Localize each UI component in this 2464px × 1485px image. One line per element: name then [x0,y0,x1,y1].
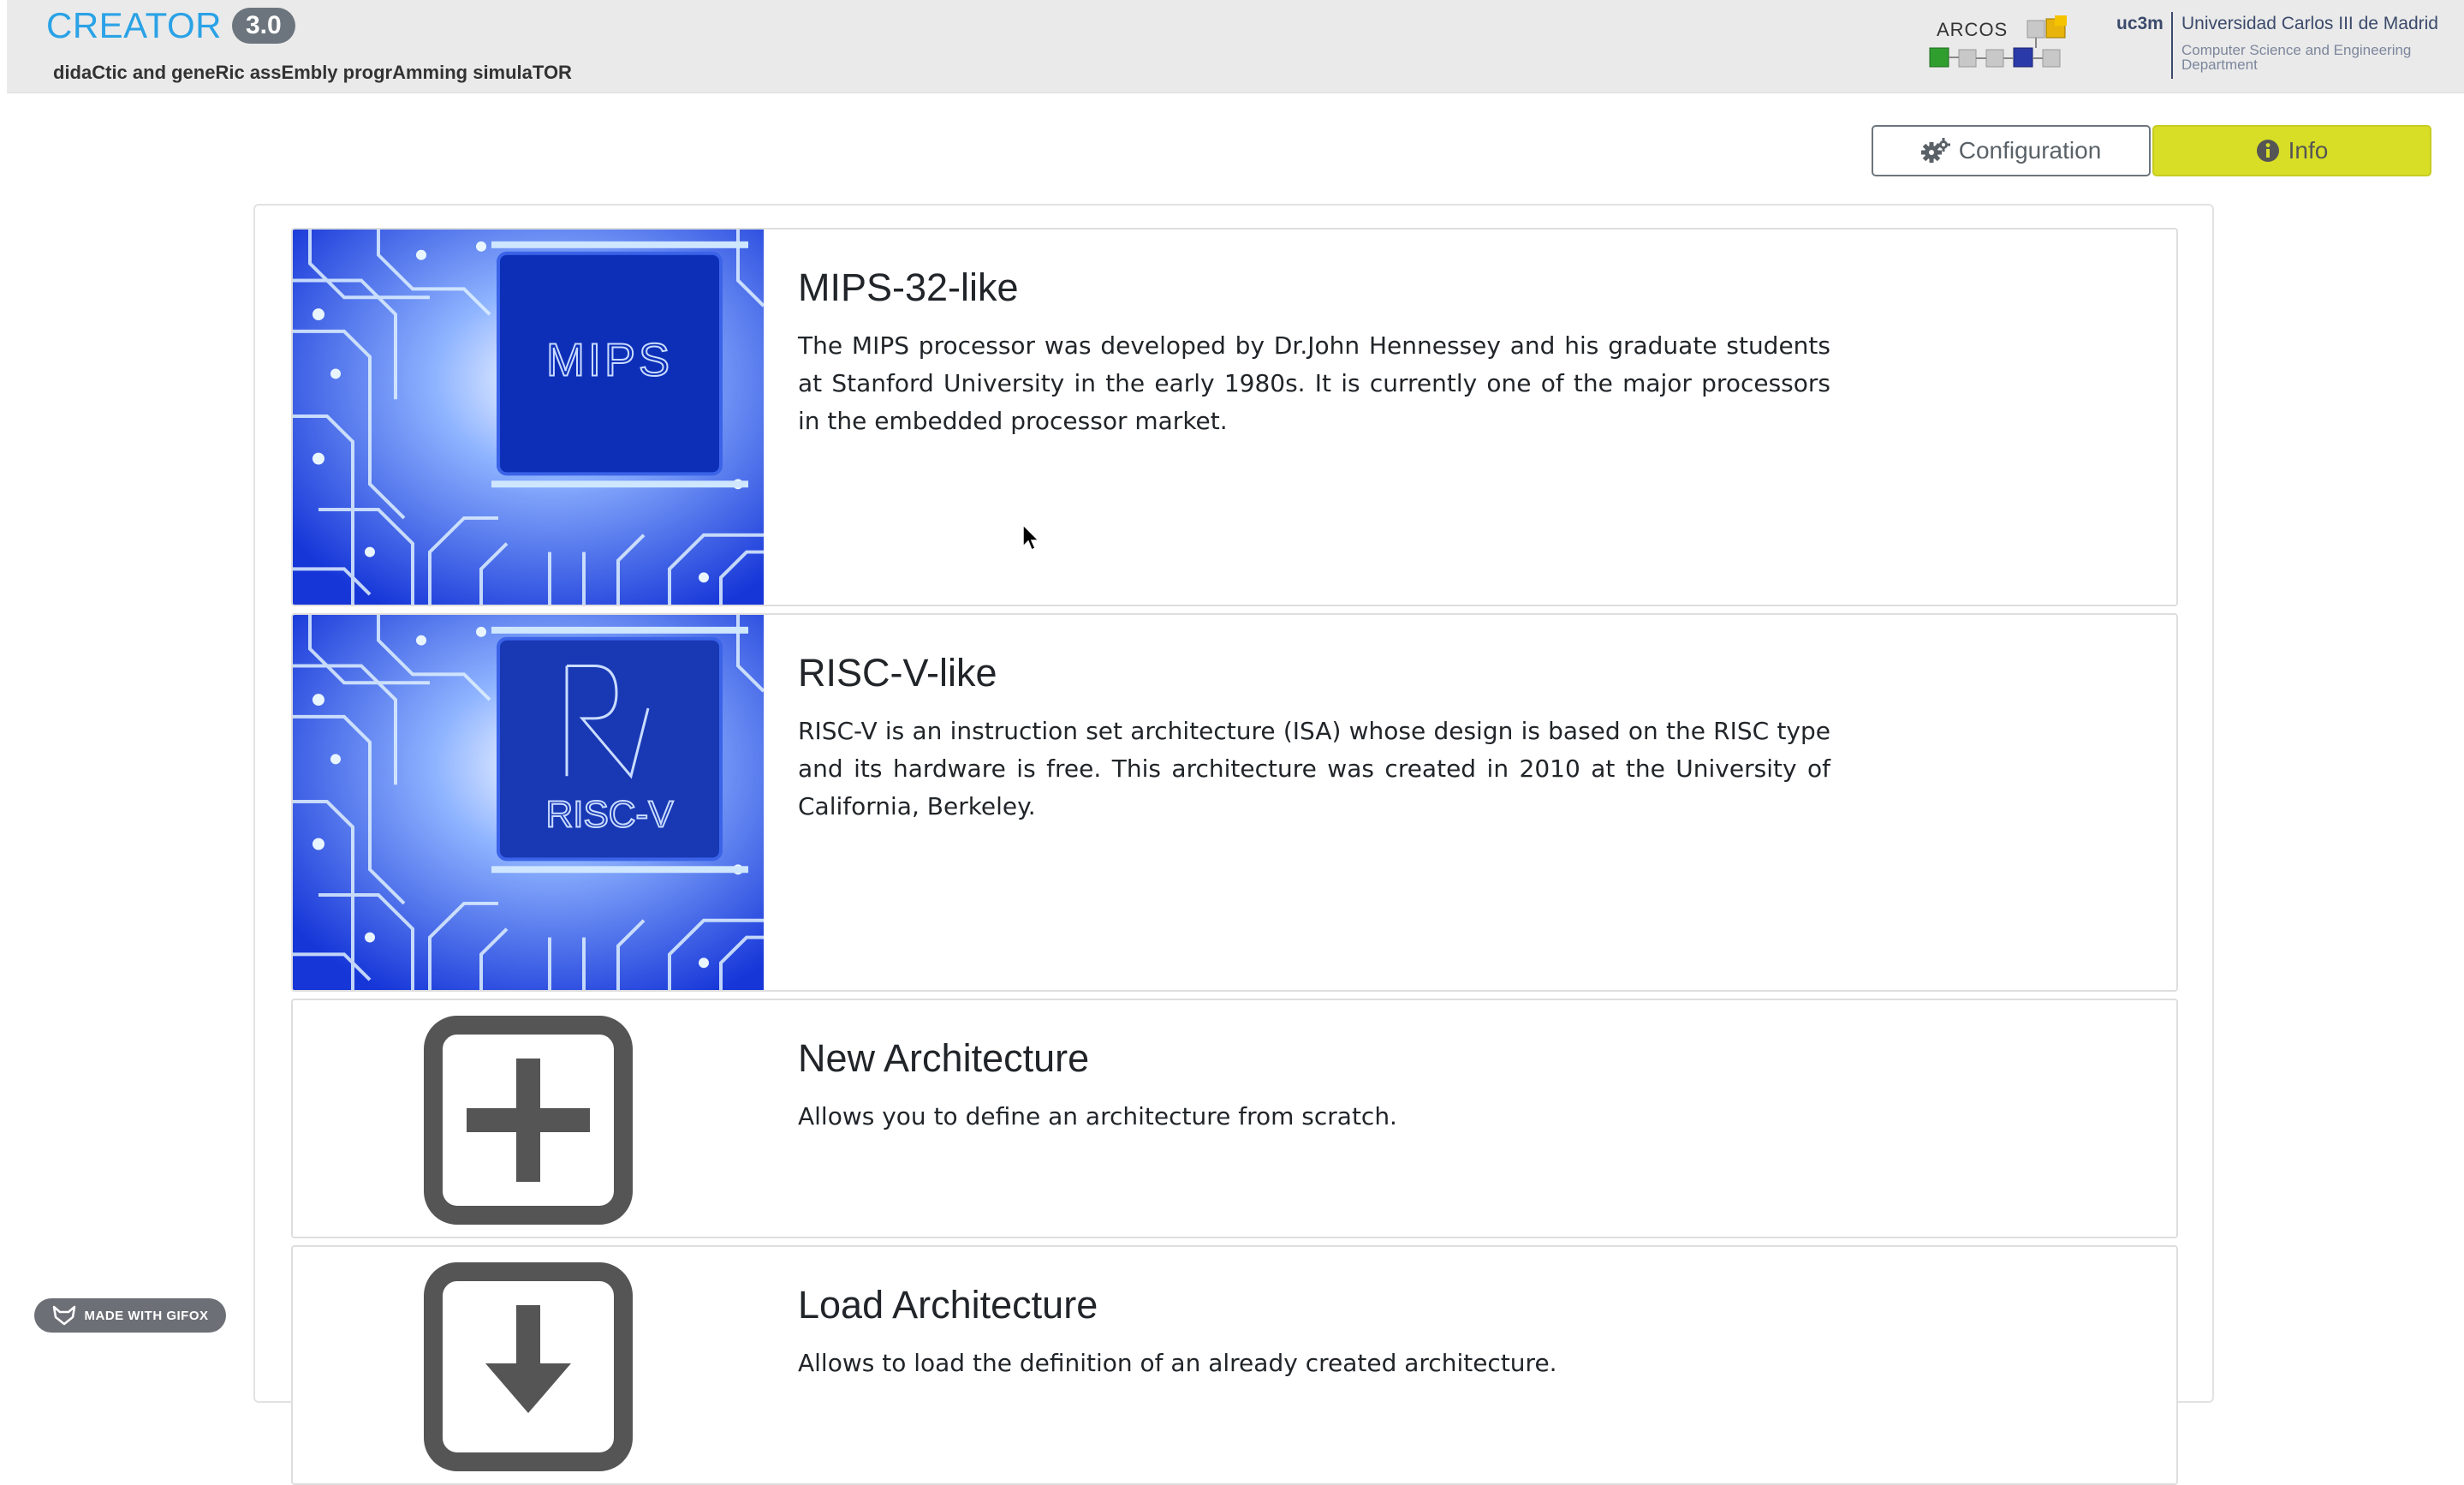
arcos-blocks-icon [1929,15,2067,68]
riscv-chip-label: RISC-V [545,794,674,836]
configuration-label: Configuration [1958,137,2102,164]
card-body: MIPS-32-like The MIPS processor was deve… [798,230,1830,440]
version-badge: 3.0 [231,8,295,44]
card-title: MIPS-32-like [798,265,1019,309]
card-description: The MIPS processor was developed by Dr.J… [798,331,1830,435]
uc3m-logo[interactable]: uc3m Universidad Carlos III de Madrid Co… [2110,9,2452,81]
arcos-logo[interactable]: ARCOS [1928,15,2075,69]
card-title: Load Architecture [798,1283,1098,1327]
info-label: Info [2288,137,2329,164]
card-body: New Architecture Allows you to define an… [798,1000,1830,1136]
card-title: RISC-V-like [798,651,997,695]
mouse-cursor-icon [1022,524,1040,552]
gears-icon [1920,138,1950,163]
fox-icon [52,1305,75,1326]
mips-chip-image: MIPS [293,230,764,605]
info-circle-icon [2256,140,2279,162]
app-header: CREATOR 3.0 didaCtic and geneRic assEmbl… [7,0,2464,93]
uc3m-short: uc3m [2116,14,2163,33]
card-body: RISC-V-like RISC-V is an instruction set… [798,615,1830,826]
card-description: RISC-V is an instruction set architectur… [798,717,1830,820]
app-subtitle: didaCtic and geneRic assEmbly progrAmmin… [53,62,572,83]
riscv-chip-image: RISC-V [293,615,764,990]
plus-square-icon [424,1016,633,1225]
brand[interactable]: CREATOR 3.0 [46,5,295,46]
uc3m-name: Universidad Carlos III de Madrid [2181,14,2438,33]
load-architecture-image [293,1247,764,1483]
new-architecture-image [293,1000,764,1237]
configuration-button[interactable]: Configuration [1872,125,2151,176]
architecture-card-mips[interactable]: MIPS MIPS-32-like The MIPS processor was… [291,228,2178,606]
brand-name[interactable]: CREATOR [46,5,222,46]
card-description: Allows to load the definition of an alre… [798,1349,1557,1377]
card-title: New Architecture [798,1036,1090,1080]
card-description: Allows you to define an architecture fro… [798,1102,1397,1130]
architecture-card-new[interactable]: New Architecture Allows you to define an… [291,999,2178,1238]
uc3m-divider [2171,12,2173,79]
architecture-list: MIPS MIPS-32-like The MIPS processor was… [253,204,2214,1485]
mips-chip-label: MIPS [546,335,673,386]
download-square-icon [424,1262,633,1471]
card-body: Load Architecture Allows to load the def… [798,1247,1830,1382]
architecture-card-load[interactable]: Load Architecture Allows to load the def… [291,1245,2178,1485]
info-button[interactable]: Info [2152,125,2431,176]
gifox-badge: MADE WITH GIFOX [34,1298,226,1333]
gifox-label: MADE WITH GIFOX [84,1308,209,1323]
architecture-card-riscv[interactable]: RISC-V RISC-V-like RISC-V is an instruct… [291,613,2178,992]
uc3m-department: Computer Science and Engineering Departm… [2181,42,2412,73]
